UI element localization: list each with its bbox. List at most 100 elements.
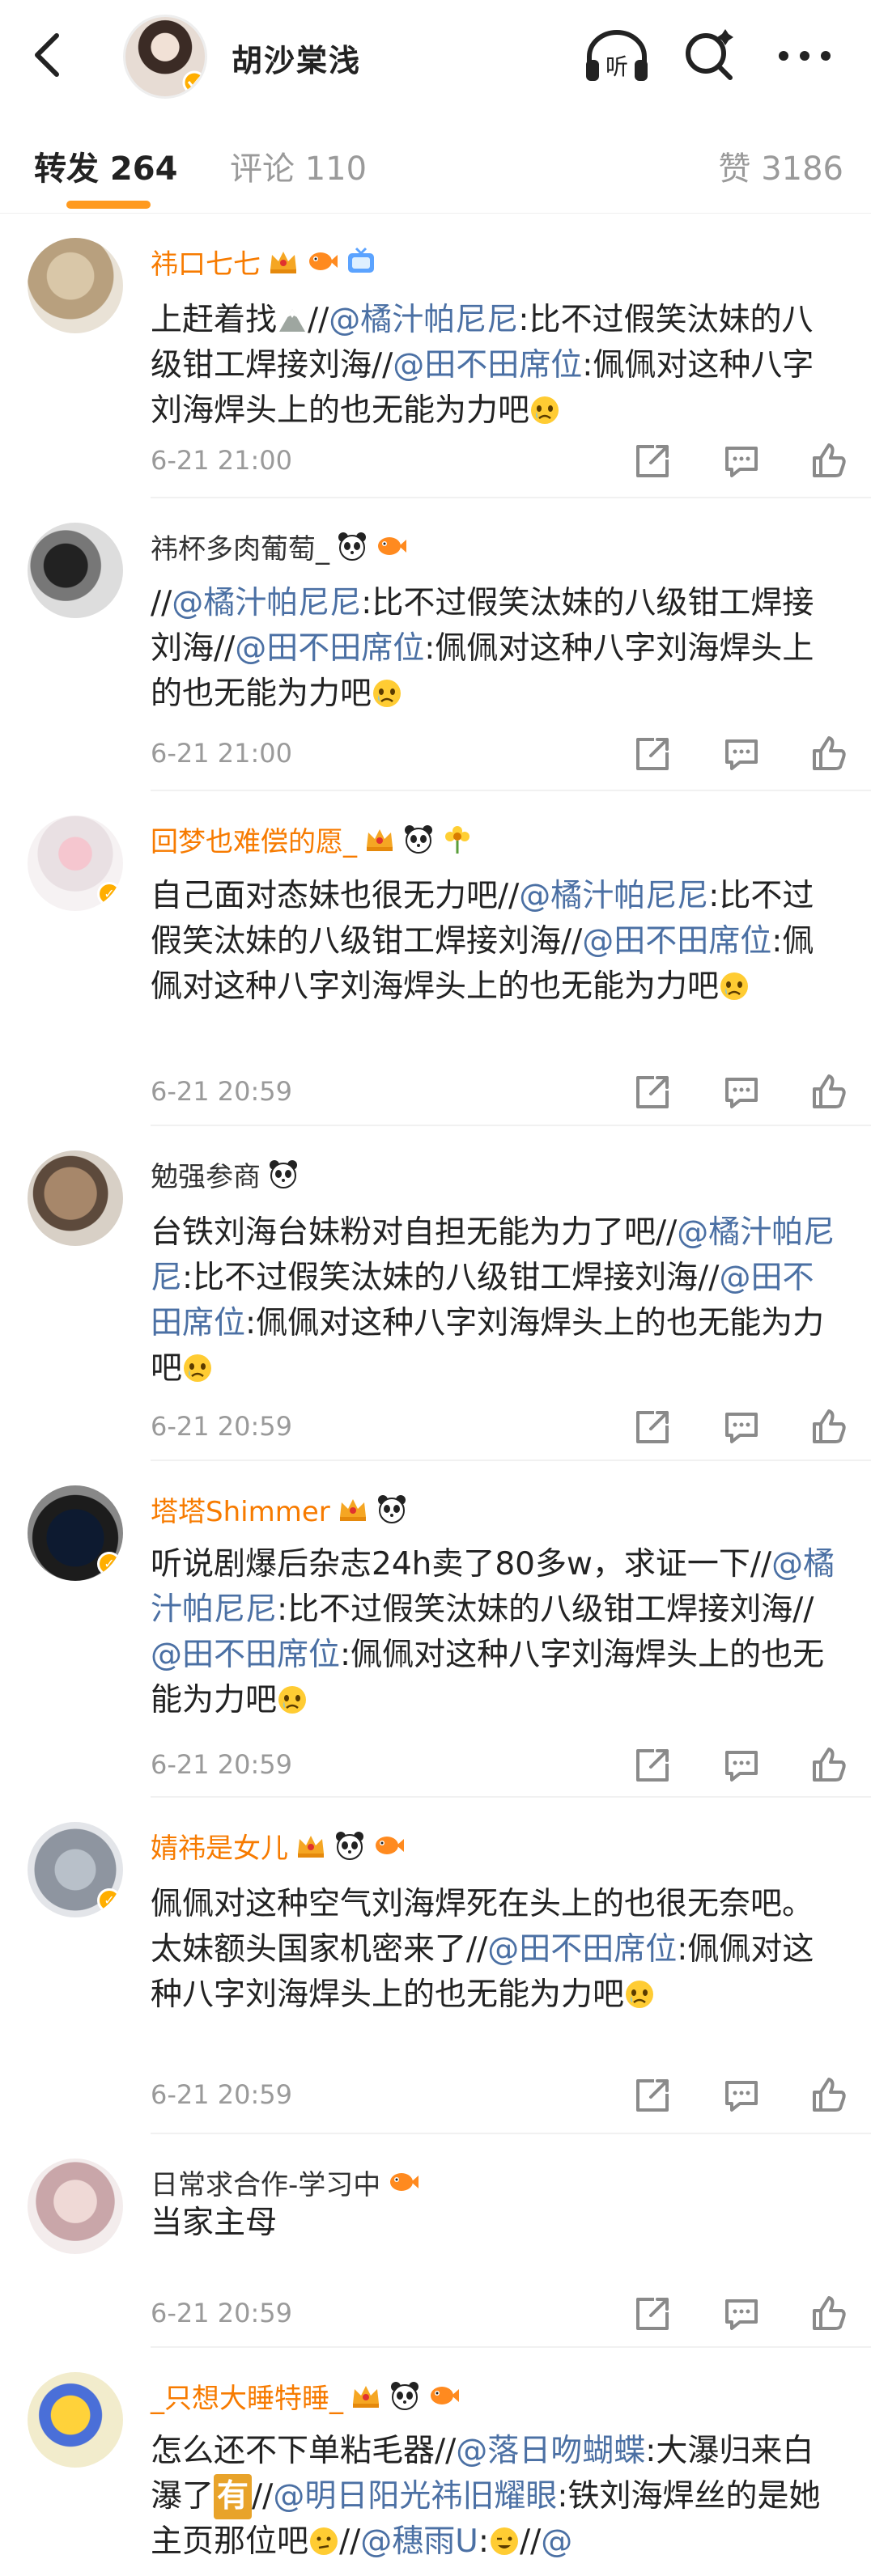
user-name[interactable]: 祎口七七 — [151, 242, 261, 282]
timestamp: 6-21 20:59 — [151, 2298, 293, 2328]
timestamp: 6-21 20:59 — [151, 2079, 293, 2110]
user-name[interactable]: 塔塔Shimmer — [151, 1489, 330, 1529]
repost-text: 听说剧爆后杂志24h卖了80多w，求证一下//@橘汁帕尼尼:比不过假笑汰妹的八级… — [151, 1542, 835, 1723]
mention-link[interactable]: @穗雨U — [360, 2523, 478, 2560]
mention-link[interactable]: @橘汁帕尼尼 — [519, 878, 708, 914]
comment-button[interactable] — [719, 1070, 764, 1115]
comment-button[interactable] — [719, 439, 764, 484]
repost-meta: 6-21 20:59 — [151, 2291, 850, 2337]
comment-button[interactable] — [719, 1743, 764, 1788]
verified-badge-icon: ✓ — [97, 1888, 121, 1913]
like-button[interactable] — [806, 731, 852, 777]
user-avatar[interactable] — [28, 2372, 123, 2468]
user-name[interactable]: _只想大睡特睡_ — [151, 2376, 343, 2416]
cry-emoji-icon — [624, 1977, 655, 2008]
mention-link[interactable]: @落日吻蝴蝶 — [456, 2433, 645, 2469]
verified-badge-icon: ✓ — [97, 882, 121, 906]
like-button[interactable] — [806, 439, 852, 484]
repost-item[interactable]: 祎杯多肉葡萄_//@橘汁帕尼尼:比不过假笑汰妹的八级钳工焊接刘海//@田不田席位… — [0, 498, 871, 791]
thumbs-up-icon — [813, 443, 846, 477]
share-button[interactable] — [630, 1405, 675, 1450]
active-tab-indicator — [66, 201, 151, 209]
user-name[interactable]: 婧祎是女儿 — [151, 1826, 288, 1866]
user-avatar[interactable]: ✓ — [28, 1485, 123, 1581]
mention-link[interactable]: @橘汁帕尼尼 — [329, 302, 518, 338]
user-name[interactable]: 祎杯多肉葡萄_ — [151, 527, 329, 566]
like-button[interactable] — [806, 1405, 852, 1450]
mention-link[interactable]: @明日阳光祎旧耀眼 — [273, 2478, 557, 2515]
share-button[interactable] — [630, 1070, 675, 1115]
share-icon — [636, 445, 669, 477]
timestamp: 6-21 20:59 — [151, 1411, 293, 1442]
cry-emoji-icon — [372, 676, 402, 707]
tab-comment[interactable]: 评论 110 — [230, 142, 367, 189]
listen-button[interactable]: 听 — [581, 28, 652, 84]
tab-bar: 转发 264 评论 110 赞 3186 — [0, 110, 871, 214]
name-line: _只想大睡特睡_ — [151, 2375, 460, 2416]
mention-link[interactable]: @橘汁帕尼尼 — [172, 585, 361, 621]
more-button[interactable] — [772, 28, 837, 84]
author-name[interactable]: 胡沙棠浅 — [232, 36, 361, 80]
name-line: 塔塔Shimmer — [151, 1489, 408, 1529]
cry-emoji-icon — [277, 1683, 308, 1714]
like-button[interactable] — [806, 2291, 852, 2337]
repost-item[interactable]: 祎口七七 上赶着找//@橘汁帕尼尼:比不过假笑汰妹的八级钳工焊接刘海//@田不田席… — [0, 214, 871, 498]
panda-badge-icon — [405, 825, 432, 854]
share-icon — [636, 1076, 669, 1108]
back-button[interactable] — [26, 31, 71, 79]
like-button[interactable] — [806, 1743, 852, 1788]
inline-badge: 有 — [214, 2474, 253, 2519]
share-button[interactable] — [630, 2073, 675, 2118]
share-button[interactable] — [630, 2291, 675, 2337]
user-avatar[interactable] — [28, 238, 123, 333]
repost-item[interactable]: ✓ 塔塔Shimmer 听说剧爆后杂志24h卖了80多w，求证一下//@橘汁帕尼尼:… — [0, 1461, 871, 1798]
search-button[interactable] — [680, 28, 738, 84]
mention-link[interactable]: @田不田席位 — [393, 347, 582, 383]
name-line: 婧祎是女儿 — [151, 1825, 405, 1866]
repost-item[interactable]: _只想大睡特睡_ 怎么还不下单粘毛器//@落日吻蝴蝶:大瀑归来白瀑了有//@明日阳… — [0, 2348, 871, 2576]
comment-button[interactable] — [719, 1405, 764, 1450]
text-segment: 当家主母 — [151, 2205, 278, 2241]
repost-item[interactable]: 勉强参商 台铁刘海台妹粉对自担无能为力了吧//@橘汁帕尼尼:比不过假笑汰妹的八级钳… — [0, 1126, 871, 1461]
user-avatar[interactable]: ✓ — [28, 816, 123, 911]
repost-text: 上赶着找//@橘汁帕尼尼:比不过假笑汰妹的八级钳工焊接刘海//@田不田席位:佩佩… — [151, 298, 835, 434]
share-button[interactable] — [630, 731, 675, 777]
fish-badge-icon — [378, 537, 406, 555]
repost-item[interactable]: 日常求合作-学习中 当家主母 6-21 20:59 — [0, 2134, 871, 2348]
like-button[interactable] — [806, 2073, 852, 2118]
crown-badge-icon — [339, 1499, 366, 1521]
user-avatar[interactable]: ✓ — [28, 1822, 123, 1917]
mention-link[interactable]: @田不田席位 — [235, 630, 424, 667]
crown-badge-icon — [367, 829, 393, 851]
wink-emoji-icon — [489, 2524, 520, 2555]
user-name[interactable]: 勉强参商 — [151, 1155, 261, 1194]
user-name[interactable]: 日常求合作-学习中 — [151, 2163, 380, 2202]
mention-link[interactable]: @田不田席位 — [151, 1637, 340, 1673]
text-segment: // — [519, 2523, 542, 2560]
comment-button[interactable] — [719, 2073, 764, 2118]
share-button[interactable] — [630, 439, 675, 484]
tab-repost[interactable]: 转发 264 — [34, 142, 177, 189]
name-line: 祎杯多肉葡萄_ — [151, 526, 407, 566]
search-icon — [686, 29, 733, 80]
comment-button[interactable] — [719, 731, 764, 777]
comment-button[interactable] — [719, 2291, 764, 2337]
author-avatar[interactable] — [123, 15, 207, 99]
user-avatar[interactable] — [28, 2159, 123, 2254]
user-name[interactable]: 回梦也难偿的愿_ — [151, 820, 357, 859]
tab-like[interactable]: 赞 3186 — [718, 142, 843, 189]
fish-badge-icon — [431, 2387, 459, 2404]
repost-item[interactable]: ✓ 回梦也难偿的愿_ 自己面对态妹也很无力吧//@橘汁帕尼尼:比不过假笑汰妹的八级钳… — [0, 791, 871, 1126]
share-button[interactable] — [630, 1743, 675, 1788]
mention-link[interactable]: @田不田席位 — [487, 1931, 677, 1968]
user-avatar[interactable] — [28, 1150, 123, 1246]
repost-item[interactable]: ✓ 婧祎是女儿 佩佩对这种空气刘海焊死在头上的也很无奈吧。太妹额头国家机密来了//@… — [0, 1798, 871, 2134]
like-button[interactable] — [806, 1070, 852, 1115]
text-segment: // — [252, 2478, 274, 2515]
verified-badge-icon — [182, 70, 205, 96]
text-segment: // — [308, 302, 329, 338]
cry-emoji-icon — [529, 393, 560, 424]
user-avatar[interactable] — [28, 523, 123, 618]
mention-link[interactable]: @ — [541, 2523, 572, 2560]
mention-link[interactable]: @田不田席位 — [582, 923, 771, 960]
